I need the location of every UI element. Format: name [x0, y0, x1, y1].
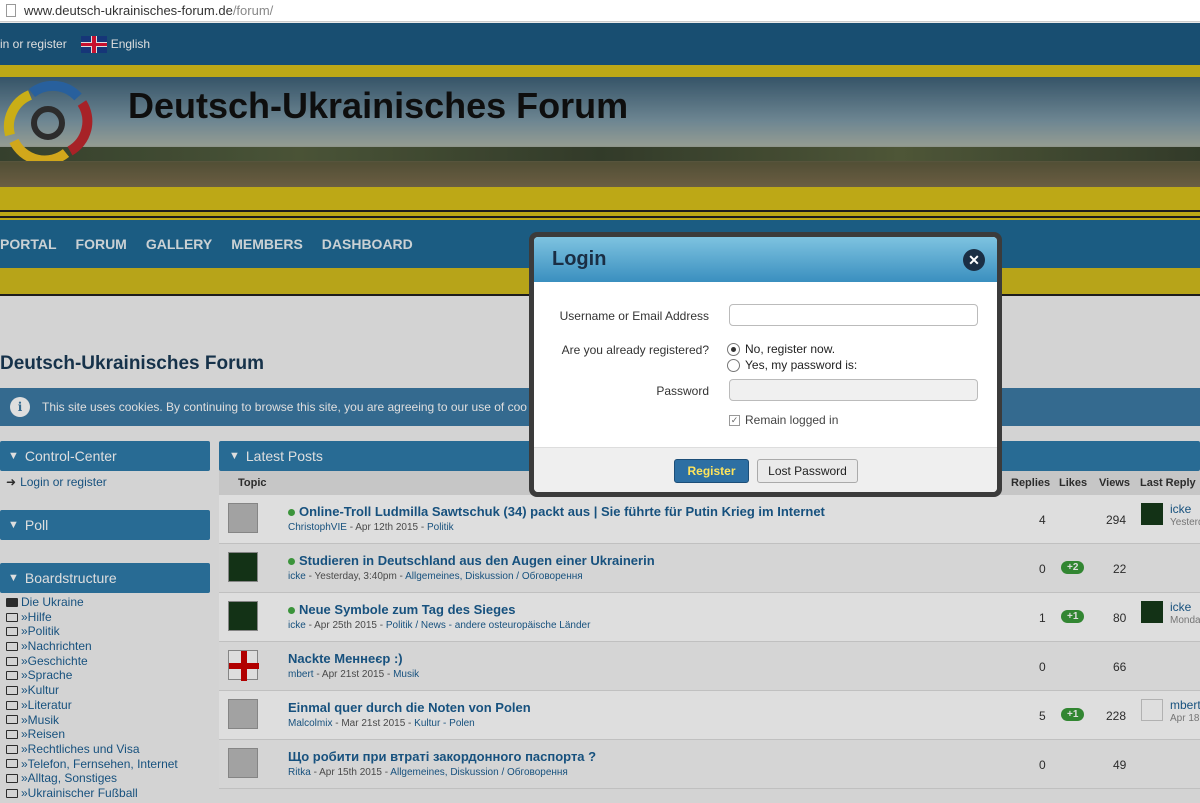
login-modal: Login ✕ Username or Email Address Are yo… [529, 232, 1002, 497]
url-path: /forum/ [232, 3, 274, 18]
modal-title: Login [552, 248, 607, 270]
has-password-radio[interactable]: Yes, my password is: [727, 358, 857, 372]
password-label: Password [656, 384, 709, 398]
register-now-radio[interactable]: No, register now. [727, 342, 835, 356]
radio-checked-icon [727, 342, 740, 356]
radio-unchecked-icon [727, 358, 740, 372]
has-password-label: Yes, my password is: [745, 358, 858, 372]
close-icon[interactable]: ✕ [963, 249, 985, 271]
modal-footer: Register Lost Password [534, 447, 997, 492]
username-input[interactable] [729, 304, 978, 326]
login-form: Username or Email Address Are you alread… [534, 282, 997, 447]
page-icon [6, 4, 16, 17]
checkbox-icon: ✓ [729, 414, 740, 426]
password-input[interactable] [729, 379, 978, 401]
login-dialog: Login ✕ Username or Email Address Are yo… [534, 237, 997, 492]
lost-password-button[interactable]: Lost Password [757, 459, 858, 483]
url-host: www.deutsch-ukrainisches-forum.de [24, 3, 233, 18]
register-now-label: No, register now. [745, 342, 836, 356]
remain-logged-in-checkbox[interactable]: ✓ Remain logged in [729, 413, 838, 427]
address-bar[interactable]: www.deutsch-ukrainisches-forum.de/forum/ [0, 0, 1200, 22]
registered-label: Are you already registered? [561, 343, 709, 357]
username-label: Username or Email Address [559, 309, 709, 323]
register-button[interactable]: Register [674, 459, 749, 483]
remain-logged-in-label: Remain logged in [745, 413, 839, 427]
modal-header: Login [534, 237, 997, 282]
